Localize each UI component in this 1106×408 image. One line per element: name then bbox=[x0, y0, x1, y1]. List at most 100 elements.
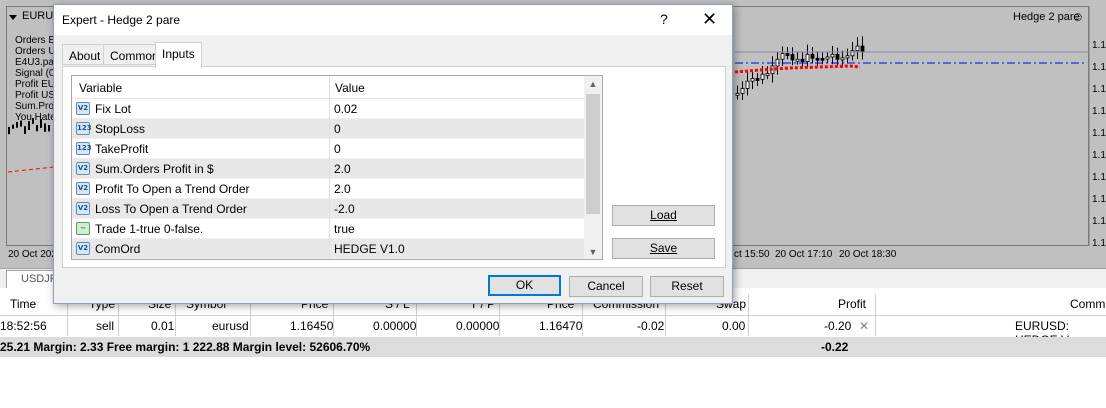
input-value[interactable]: 2.0 bbox=[334, 182, 351, 196]
bool-type-icon: ~ bbox=[76, 222, 90, 235]
input-value[interactable]: -2.0 bbox=[334, 202, 355, 216]
grid-header-value[interactable]: Value bbox=[335, 81, 365, 95]
cell-commission: -0.02 bbox=[637, 319, 665, 333]
candle-body bbox=[780, 53, 785, 60]
input-value[interactable]: HEDGE V1.0 bbox=[334, 242, 405, 256]
input-row[interactable]: V2 Fix Lot 0.02 bbox=[72, 99, 584, 119]
candle-body bbox=[845, 55, 850, 59]
price-tick: 1.1 bbox=[1092, 40, 1106, 51]
input-row[interactable]: V2 Sum.Orders Profit in $ 2.0 bbox=[72, 159, 584, 179]
total-profit: -0.22 bbox=[821, 340, 849, 354]
cell-tp: 0.00000 bbox=[456, 319, 500, 333]
input-row[interactable]: V2 Profit To Open a Trend Order 2.0 bbox=[72, 179, 584, 199]
cell-open-price: 1.16450 bbox=[290, 319, 334, 333]
candle-body bbox=[815, 57, 820, 61]
cell-size: 0.01 bbox=[151, 319, 175, 333]
candle-body bbox=[740, 88, 745, 94]
string-type-icon: V2 bbox=[76, 242, 90, 255]
price-tick: 1.1 bbox=[1092, 128, 1106, 139]
reset-button[interactable]: Reset bbox=[650, 276, 724, 297]
candle-body bbox=[785, 53, 790, 56]
cancel-button[interactable]: Cancel bbox=[569, 276, 643, 297]
candle-body bbox=[825, 56, 830, 60]
ok-button-label: OK bbox=[515, 278, 534, 292]
price-tick: 1.1 bbox=[1092, 172, 1106, 183]
candle-body bbox=[800, 58, 805, 62]
save-button-label: Save bbox=[649, 241, 678, 255]
candle-body bbox=[805, 53, 810, 62]
input-name: ComOrd bbox=[95, 242, 141, 256]
candle-body bbox=[44, 123, 46, 132]
grid-column-divider bbox=[329, 76, 330, 259]
candle-body bbox=[8, 126, 10, 135]
grid-header-variable[interactable]: Variable bbox=[79, 81, 122, 95]
price-tick: 1.1 bbox=[1092, 84, 1106, 95]
cell-type: sell bbox=[96, 319, 115, 333]
candle-body bbox=[810, 53, 815, 59]
help-button[interactable]: ? bbox=[660, 11, 668, 27]
time-tick: ct 15:50 bbox=[734, 249, 770, 260]
time-tick: 20 Oct 18:30 bbox=[839, 249, 897, 260]
grid-scrollbar[interactable]: ▲ ▼ bbox=[584, 76, 602, 259]
tab-inputs[interactable]: Inputs bbox=[155, 42, 202, 68]
candle-body bbox=[820, 57, 825, 61]
dialog-title: Expert - Hedge 2 pare bbox=[62, 13, 181, 27]
input-name: StopLoss bbox=[95, 122, 146, 136]
input-value[interactable]: 0 bbox=[334, 142, 341, 156]
candle-body bbox=[735, 93, 740, 96]
cell-profit: -0.20 bbox=[824, 319, 852, 333]
save-button[interactable]: Save bbox=[612, 238, 715, 259]
candle-body bbox=[860, 45, 865, 52]
candle-body bbox=[40, 119, 42, 129]
scroll-thumb[interactable] bbox=[586, 94, 600, 214]
load-button[interactable]: Load bbox=[612, 205, 715, 226]
input-value[interactable]: true bbox=[334, 222, 355, 236]
tab-inputs-label: Inputs bbox=[162, 47, 195, 61]
input-value[interactable]: 0 bbox=[334, 122, 341, 136]
cancel-button-label: Cancel bbox=[587, 279, 625, 293]
double-type-icon: V2 bbox=[76, 162, 90, 175]
close-order-icon[interactable]: ✕ bbox=[859, 319, 869, 333]
input-row[interactable]: ~ Trade 1-true 0-false. true bbox=[72, 219, 584, 239]
cell-time: 18:52:56 bbox=[0, 319, 47, 333]
ok-button[interactable]: OK bbox=[488, 275, 561, 296]
candle-body bbox=[790, 54, 795, 61]
input-row[interactable]: V2 Loss To Open a Trend Order -2.0 bbox=[72, 199, 584, 219]
candle-body bbox=[840, 57, 845, 61]
moving-average-line bbox=[734, 64, 861, 74]
price-tick: 1.1 bbox=[1092, 238, 1106, 249]
symbol-tab[interactable]: USDJP bbox=[6, 270, 58, 288]
price-tick: 1.1 bbox=[1092, 194, 1106, 205]
input-value[interactable]: 0.02 bbox=[334, 102, 357, 116]
candle-body bbox=[24, 126, 26, 134]
cell-price: 1.16470 bbox=[539, 319, 583, 333]
input-row[interactable]: V2 ComOrd HEDGE V1.0 bbox=[72, 239, 584, 259]
candle-body bbox=[765, 73, 770, 77]
col-header-profit[interactable]: Profit bbox=[838, 297, 866, 311]
candle-body bbox=[830, 53, 835, 58]
grid-header: Variable Value bbox=[72, 76, 584, 99]
candle-body bbox=[760, 73, 765, 80]
input-name: Loss To Open a Trend Order bbox=[95, 202, 247, 216]
scroll-up-icon[interactable]: ▲ bbox=[584, 76, 602, 92]
col-header-comment[interactable]: Comm bbox=[1070, 297, 1105, 311]
input-row[interactable]: 123 TakeProfit 0 bbox=[72, 139, 584, 159]
tab-about-label: About bbox=[69, 49, 101, 63]
double-type-icon: V2 bbox=[76, 102, 90, 115]
input-value[interactable]: 2.0 bbox=[334, 162, 351, 176]
inputs-grid: Variable Value V2 Fix Lot 0.02 123 StopLoss 0… bbox=[71, 75, 603, 260]
close-icon[interactable]: ✕ bbox=[702, 9, 717, 30]
input-name: Fix Lot bbox=[95, 102, 132, 116]
col-header-time[interactable]: Time bbox=[10, 297, 36, 311]
candle-body bbox=[750, 78, 755, 82]
candle-body bbox=[36, 125, 38, 132]
int-type-icon: 123 bbox=[76, 142, 92, 155]
scroll-down-icon[interactable]: ▼ bbox=[584, 244, 602, 259]
symbol-tab-label: USDJP bbox=[21, 273, 58, 285]
tab-about[interactable]: About bbox=[62, 44, 108, 65]
input-row[interactable]: 123 StopLoss 0 bbox=[72, 119, 584, 139]
candle-body bbox=[835, 53, 840, 60]
cell-symbol: eurusd bbox=[212, 319, 249, 333]
price-tick: 1.1 bbox=[1092, 62, 1106, 73]
account-summary: 25.21 Margin: 2.33 Free margin: 1 222.88… bbox=[0, 340, 371, 354]
